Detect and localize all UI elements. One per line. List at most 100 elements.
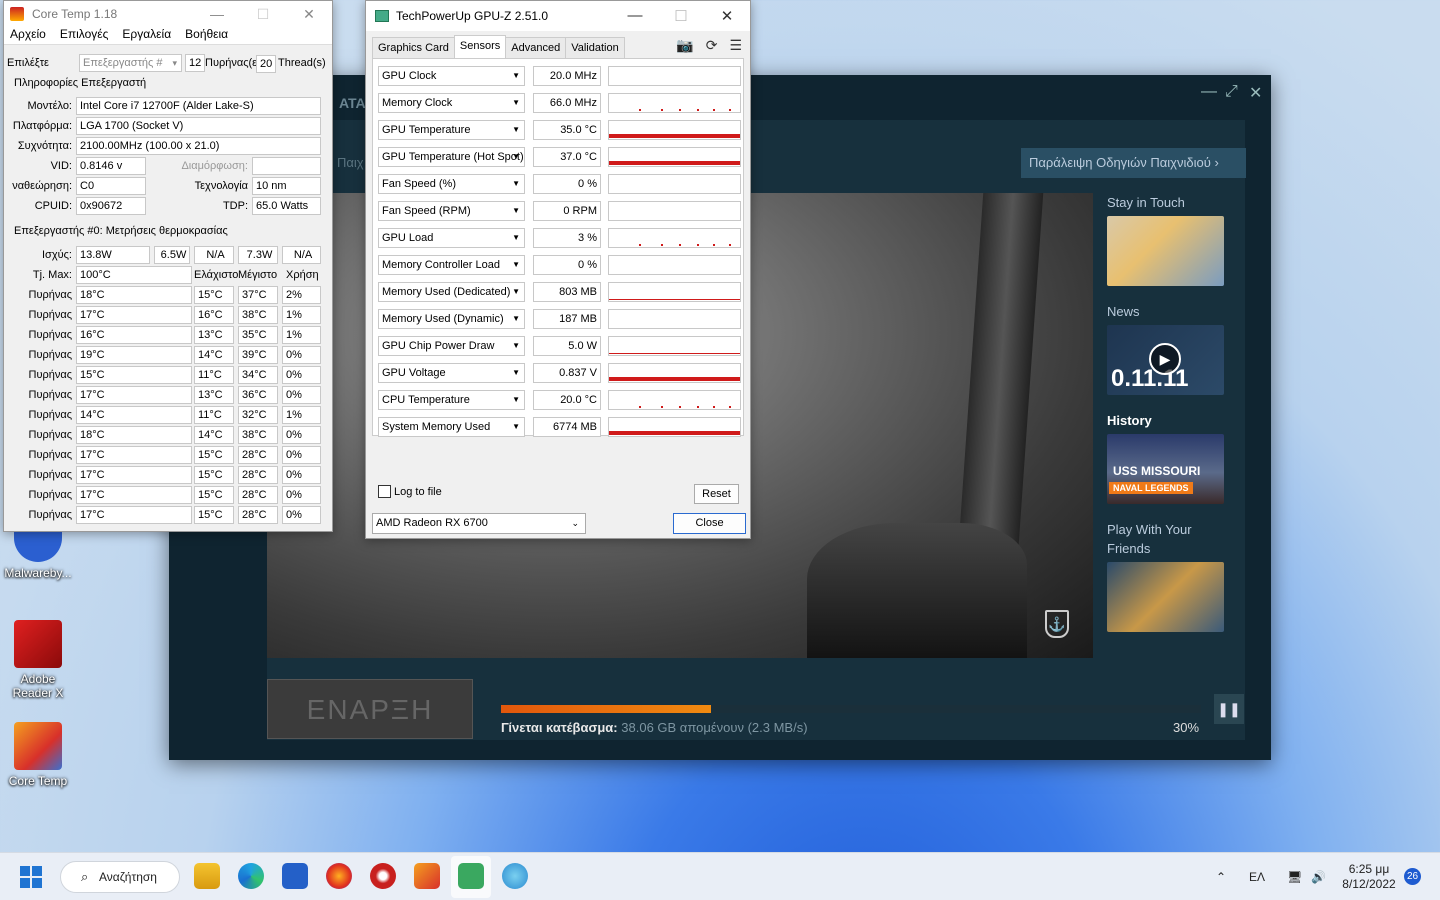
minimize-icon[interactable]: —	[612, 7, 658, 25]
core-temp-taskbar-icon[interactable]	[414, 863, 440, 889]
sensor-name-dropdown[interactable]: Memory Clock ▼	[378, 93, 525, 113]
partial-tab: Παιχ	[337, 155, 364, 170]
settings-app-icon[interactable]	[502, 863, 528, 889]
tab-advanced[interactable]: Advanced	[505, 37, 567, 58]
processor-select[interactable]: Επεξεργαστής # ▾	[79, 54, 182, 72]
close-icon[interactable]: ✕	[1249, 83, 1262, 103]
start-button[interactable]: ΕΝΑΡΞΗ	[267, 679, 473, 739]
close-icon[interactable]: ✕	[704, 7, 750, 25]
sensor-value: 0 %	[533, 174, 601, 194]
language-indicator[interactable]: ΕΛ	[1249, 853, 1265, 900]
file-explorer-icon[interactable]	[194, 863, 220, 889]
minimize-icon[interactable]: —	[1201, 83, 1217, 101]
sidebar-card-history[interactable]: History USS MISSOURI NAVAL LEGENDS	[1107, 411, 1237, 504]
start-button[interactable]	[20, 866, 42, 888]
tab-validation[interactable]: Validation	[565, 37, 625, 58]
gpu-z-taskbar-icon[interactable]	[458, 863, 484, 889]
edge-icon[interactable]	[238, 863, 264, 889]
sensor-graph	[608, 390, 741, 410]
log-to-file-checkbox[interactable]: Log to file	[378, 485, 442, 498]
close-button[interactable]: Close	[673, 513, 746, 534]
core-temp: 17°C	[76, 446, 192, 464]
tjmax-label: Tj. Max:	[32, 269, 72, 281]
sensor-name-dropdown[interactable]: GPU Load ▼	[378, 228, 525, 248]
search-box[interactable]: ⌕ Αναζήτηση	[60, 861, 180, 893]
sensor-value: 20.0 MHz	[533, 66, 601, 86]
sidebar-card-news[interactable]: News 0.11.11 ▶	[1107, 302, 1237, 395]
maximize-icon[interactable]: ☐	[658, 7, 704, 25]
sensor-name-dropdown[interactable]: GPU Voltage ▼	[378, 363, 525, 383]
history-thumbnail: USS MISSOURI NAVAL LEGENDS	[1107, 434, 1224, 504]
download-label: Γίνεται κατέβασμα:	[501, 720, 618, 735]
sensor-graph-spike	[697, 109, 699, 111]
core-min: 14°C	[194, 346, 234, 364]
sensor-name-dropdown[interactable]: Fan Speed (%) ▼	[378, 174, 525, 194]
reset-button[interactable]: Reset	[694, 484, 739, 504]
minimize-icon[interactable]: —	[194, 6, 240, 23]
maximize-icon[interactable]: ☐	[240, 6, 286, 23]
col-min-header: Ελάχιστο	[194, 269, 239, 281]
firefox-icon[interactable]	[326, 863, 352, 889]
core-row: Πυρήνας 15°C 11°C 34°C 0%	[4, 366, 334, 386]
notification-badge[interactable]: 26	[1404, 868, 1421, 885]
chevron-down-icon: ▼	[512, 98, 520, 107]
sidebar-card-play-with-friends[interactable]: Play With Your Friends	[1107, 520, 1237, 632]
core-max: 36°C	[238, 386, 278, 404]
sensor-name-dropdown[interactable]: Memory Used (Dedicated) ▼	[378, 282, 525, 302]
sensor-name-dropdown[interactable]: GPU Temperature ▼	[378, 120, 525, 140]
tab-graphics-card[interactable]: Graphics Card	[372, 37, 455, 58]
clock[interactable]: 6:25 μμ 8/12/2022	[1340, 862, 1398, 892]
sensor-graph-spike	[639, 244, 641, 246]
pause-button[interactable]: ❚❚	[1214, 694, 1244, 724]
download-speed: (2.3 MB/s)	[747, 720, 808, 735]
chevron-up-icon[interactable]: ⌃	[1216, 853, 1226, 900]
sensor-name-dropdown[interactable]: GPU Clock ▼	[378, 66, 525, 86]
network-icon[interactable]: 🖥	[1287, 853, 1302, 900]
chevron-down-icon: ▼	[512, 152, 520, 161]
menu-file[interactable]: Αρχείο	[10, 27, 46, 44]
desktop-icon-malwarebytes[interactable]: Malwareby...	[0, 528, 76, 580]
sensor-name-dropdown[interactable]: Memory Controller Load ▼	[378, 255, 525, 275]
gpu-select[interactable]: AMD Radeon RX 6700 ⌄	[372, 513, 586, 534]
core-temp: 16°C	[76, 326, 192, 344]
window-title: TechPowerUp GPU-Z 2.51.0	[396, 9, 549, 23]
maximize-icon[interactable]: ⤢	[1225, 83, 1238, 101]
sensor-graph-spike	[729, 244, 731, 246]
core-min: 13°C	[194, 326, 234, 344]
sensor-name-dropdown[interactable]: Fan Speed (RPM) ▼	[378, 201, 525, 221]
tab-sensors[interactable]: Sensors	[453, 35, 507, 58]
sensor-row: GPU Clock ▼ 20.0 MHz	[378, 66, 742, 86]
cores-label: Πυρήνας(ε	[205, 57, 258, 69]
sensor-graph	[608, 282, 741, 302]
menu-tools[interactable]: Εργαλεία	[122, 27, 171, 44]
sensor-name-dropdown[interactable]: GPU Temperature (Hot Spot) ▼	[378, 147, 525, 167]
clock-date: 8/12/2022	[1342, 877, 1396, 891]
menu-help[interactable]: Βοήθεια	[185, 27, 228, 44]
core-min: 11°C	[194, 406, 234, 424]
desktop-icon-core-temp[interactable]: Core Temp	[0, 722, 76, 788]
sensor-value: 6774 MB	[533, 417, 601, 437]
core-label: Πυρήνας	[28, 509, 73, 521]
temperature-group-title: Επεξεργαστής #0: Μετρήσεις θερμοκρασίας	[14, 225, 228, 237]
store-icon[interactable]	[282, 863, 308, 889]
sensor-name-dropdown[interactable]: CPU Temperature ▼	[378, 390, 525, 410]
game-center-icon[interactable]	[370, 863, 396, 889]
menu-icon[interactable]: ☰	[729, 37, 742, 54]
sensor-name-dropdown[interactable]: System Memory Used ▼	[378, 417, 525, 437]
sensor-name-dropdown[interactable]: Memory Used (Dynamic) ▼	[378, 309, 525, 329]
skip-tutorial-button[interactable]: Παράλειψη Οδηγιών Παιχνιδιού ›	[1021, 148, 1246, 178]
volume-icon[interactable]: 🔊	[1311, 853, 1326, 900]
core-max: 35°C	[238, 326, 278, 344]
platform-value: LGA 1700 (Socket V)	[76, 117, 321, 135]
threads-label: Thread(s)	[278, 57, 326, 69]
sensor-name-dropdown[interactable]: GPU Chip Power Draw ▼	[378, 336, 525, 356]
camera-icon[interactable]: 📷	[676, 37, 693, 54]
desktop-icon-adobe-reader[interactable]: Adobe Reader X	[0, 620, 76, 700]
sidebar-card-stay-in-touch[interactable]: Stay in Touch	[1107, 193, 1237, 286]
close-icon[interactable]: ✕	[286, 6, 332, 23]
core-min: 15°C	[194, 446, 234, 464]
sensor-value: 3 %	[533, 228, 601, 248]
refresh-icon[interactable]: ⟳	[706, 37, 718, 54]
menu-options[interactable]: Επιλογές	[60, 27, 109, 44]
sensor-name: GPU Temperature (Hot Spot)	[382, 151, 524, 163]
